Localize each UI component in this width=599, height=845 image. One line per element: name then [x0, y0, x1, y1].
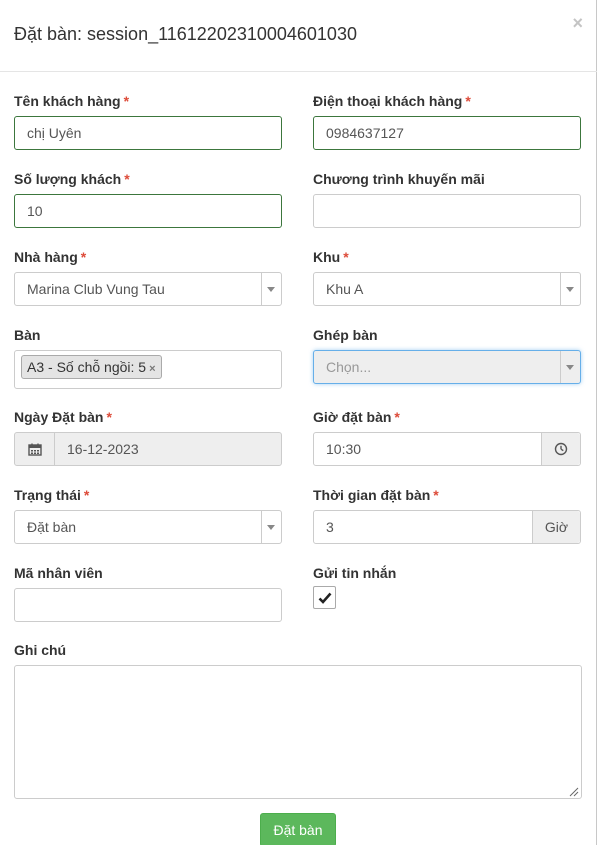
duration-label: Thời gian đặt bàn *	[313, 487, 439, 503]
table-tag: A3 - Số chỗ ngồi: 5 ×	[21, 355, 162, 379]
guest-count-group: Số lượng khách *	[14, 170, 282, 228]
merge-table-placeholder: Chọn...	[326, 359, 372, 375]
customer-phone-input[interactable]	[313, 116, 581, 150]
status-group: Trạng thái * Đặt bàn	[14, 486, 282, 544]
booking-date-value: 16-12-2023	[67, 441, 139, 457]
remove-tag-icon[interactable]: ×	[149, 363, 155, 375]
calendar-icon[interactable]	[15, 433, 55, 465]
send-sms-group: Gửi tin nhắn	[313, 564, 581, 609]
guest-count-label: Số lượng khách *	[14, 171, 130, 187]
booking-modal: Đặt bàn: session_11612202310004601030 × …	[0, 0, 597, 845]
customer-name-input[interactable]	[14, 116, 282, 150]
booking-time-group: Giờ đặt bàn * 10:30	[313, 408, 581, 466]
submit-booking-button[interactable]: Đặt bàn	[260, 813, 336, 845]
booking-date-label: Ngày Đặt bàn *	[14, 409, 112, 425]
chevron-down-icon[interactable]	[261, 511, 281, 543]
note-label: Ghi chú	[14, 642, 67, 658]
table-multiselect[interactable]: A3 - Số chỗ ngồi: 5 ×	[14, 350, 282, 389]
modal-header: Đặt bàn: session_11612202310004601030 ×	[0, 0, 597, 72]
area-selected-value: Khu A	[326, 281, 364, 297]
clock-icon[interactable]	[541, 433, 580, 465]
merge-table-select[interactable]: Chọn...	[313, 350, 581, 384]
restaurant-group: Nhà hàng * Marina Club Vung Tau	[14, 248, 282, 306]
area-select[interactable]: Khu A	[313, 272, 581, 306]
guest-count-input[interactable]	[14, 194, 282, 228]
area-group: Khu * Khu A	[313, 248, 581, 306]
status-selected-value: Đặt bàn	[27, 519, 77, 535]
booking-time-value: 10:30	[326, 441, 362, 457]
restaurant-label: Nhà hàng *	[14, 249, 87, 265]
duration-value: 3	[326, 519, 334, 535]
staff-code-input[interactable]	[14, 588, 282, 622]
area-label: Khu *	[313, 249, 349, 265]
promotion-group: Chương trình khuyến mãi	[313, 170, 581, 228]
checkmark-icon	[318, 592, 331, 604]
chevron-down-icon[interactable]	[261, 273, 281, 305]
customer-phone-label: Điện thoại khách hàng *	[313, 93, 471, 109]
booking-date-field[interactable]: 16-12-2023	[14, 432, 282, 466]
note-group: Ghi chú	[14, 641, 582, 799]
duration-group: Thời gian đặt bàn * 3 Giờ	[313, 486, 581, 544]
promotion-input[interactable]	[313, 194, 581, 228]
duration-unit-addon: Giờ	[532, 511, 580, 543]
merge-table-group: Ghép bàn Chọn...	[313, 326, 581, 384]
note-textarea[interactable]	[14, 665, 582, 799]
status-label: Trạng thái *	[14, 487, 90, 503]
staff-code-group: Mã nhân viên	[14, 564, 282, 622]
promotion-label: Chương trình khuyến mãi	[313, 171, 485, 187]
resize-grip-icon[interactable]	[569, 787, 579, 797]
booking-time-label: Giờ đặt bàn *	[313, 409, 400, 425]
table-label: Bàn	[14, 327, 41, 343]
booking-time-field[interactable]: 10:30	[313, 432, 581, 466]
restaurant-select[interactable]: Marina Club Vung Tau	[14, 272, 282, 306]
booking-date-group: Ngày Đặt bàn * 16-12-2023	[14, 408, 282, 466]
table-group: Bàn A3 - Số chỗ ngồi: 5 ×	[14, 326, 282, 389]
customer-phone-group: Điện thoại khách hàng *	[313, 92, 581, 150]
chevron-down-icon[interactable]	[560, 351, 580, 383]
close-icon[interactable]: ×	[572, 14, 583, 32]
send-sms-checkbox[interactable]	[313, 586, 336, 609]
customer-name-label: Tên khách hàng *	[14, 93, 130, 109]
chevron-down-icon[interactable]	[560, 273, 580, 305]
customer-name-group: Tên khách hàng *	[14, 92, 282, 150]
staff-code-label: Mã nhân viên	[14, 565, 103, 581]
restaurant-selected-value: Marina Club Vung Tau	[27, 281, 165, 297]
send-sms-label: Gửi tin nhắn	[313, 565, 397, 581]
status-select[interactable]: Đặt bàn	[14, 510, 282, 544]
merge-table-label: Ghép bàn	[313, 327, 378, 343]
duration-field[interactable]: 3 Giờ	[313, 510, 581, 544]
modal-title: Đặt bàn: session_11612202310004601030	[14, 24, 357, 44]
